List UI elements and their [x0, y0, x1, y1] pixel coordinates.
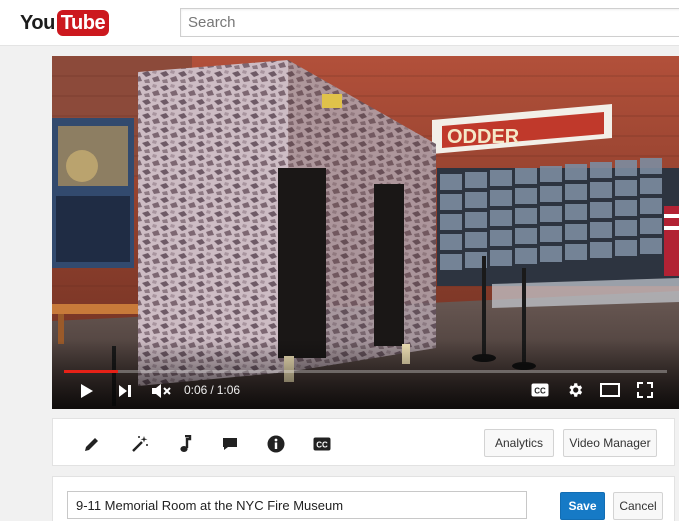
- volume-muted-icon: [152, 384, 171, 398]
- logo-you-text: You: [20, 11, 55, 34]
- time-display: 0:06 / 1:06: [184, 382, 240, 398]
- save-button[interactable]: Save: [560, 492, 605, 520]
- audio-tool[interactable]: [174, 433, 196, 455]
- gear-icon: [569, 383, 583, 397]
- enhancements-tool[interactable]: [129, 433, 151, 455]
- search-input[interactable]: [180, 8, 679, 37]
- youtube-logo[interactable]: You Tube: [20, 9, 110, 37]
- fullscreen-icon: [637, 382, 653, 398]
- annotations-tool[interactable]: [219, 433, 241, 455]
- cancel-button[interactable]: Cancel: [613, 492, 663, 520]
- top-bar: You Tube: [0, 0, 679, 46]
- magic-wand-icon: [132, 436, 148, 452]
- svg-text:CC: CC: [316, 441, 328, 450]
- comment-icon: [223, 438, 237, 450]
- scene-sign-text: ODDER: [447, 126, 520, 148]
- info-tool[interactable]: [265, 433, 287, 455]
- fullscreen-button[interactable]: [634, 381, 656, 399]
- info-icon: [267, 435, 285, 453]
- pencil-icon: [85, 438, 98, 451]
- progress-bar-fill: [64, 370, 119, 373]
- cc-icon: CC: [531, 383, 549, 397]
- svg-text:CC: CC: [534, 387, 546, 396]
- video-title-input[interactable]: [67, 491, 527, 519]
- play-icon: [81, 384, 93, 398]
- duration: 1:06: [216, 383, 241, 397]
- video-player[interactable]: ODDER 0:06 / 1:06 CC: [52, 56, 679, 409]
- cc-icon: CC: [313, 437, 331, 451]
- mute-button[interactable]: [150, 382, 172, 400]
- title-edit-row: Save Cancel: [52, 476, 675, 521]
- settings-button[interactable]: [564, 380, 586, 400]
- video-manager-button[interactable]: Video Manager: [563, 429, 657, 457]
- editor-toolbar: CC Analytics Video Manager: [52, 418, 675, 466]
- music-note-icon: [180, 435, 192, 452]
- theater-mode-button[interactable]: [598, 381, 622, 399]
- play-button[interactable]: [78, 382, 96, 400]
- edit-tool[interactable]: [81, 433, 103, 455]
- subtitles-button[interactable]: CC: [530, 381, 550, 399]
- logo-tube-text: Tube: [56, 10, 110, 36]
- theater-mode-icon: [600, 383, 620, 397]
- skip-next-icon: [119, 385, 131, 397]
- captions-tool[interactable]: CC: [311, 433, 333, 455]
- progress-bar[interactable]: [64, 370, 667, 373]
- next-button[interactable]: [116, 382, 134, 400]
- analytics-button[interactable]: Analytics: [484, 429, 554, 457]
- time-separator: /: [210, 383, 214, 397]
- current-time: 0:06: [184, 383, 208, 397]
